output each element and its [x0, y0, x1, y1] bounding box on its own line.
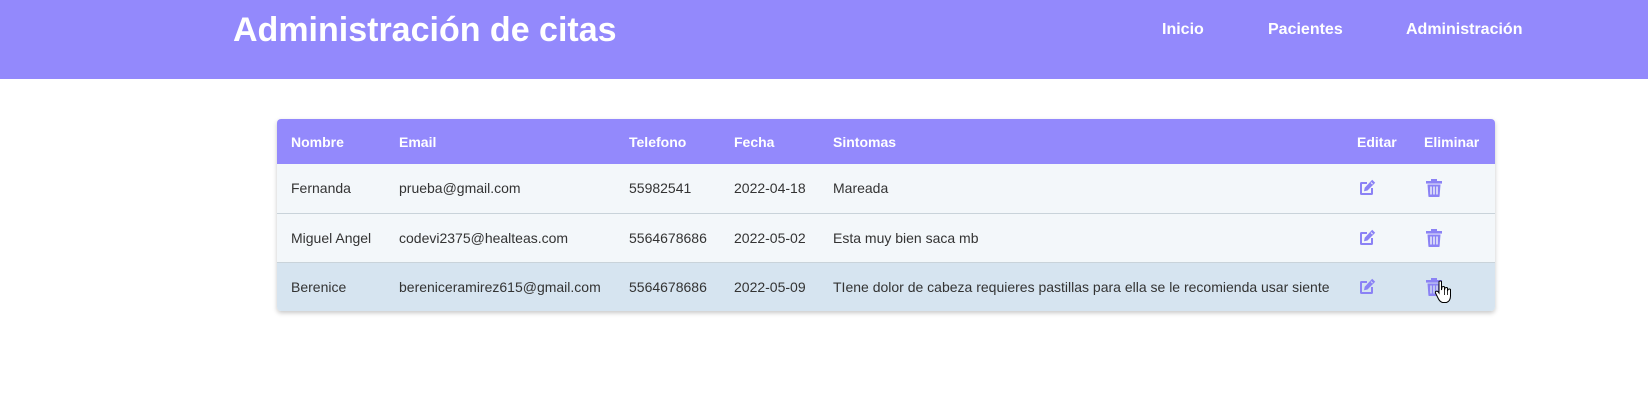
cell-eliminar: [1410, 164, 1495, 213]
cell-fecha: 2022-04-18: [734, 180, 806, 197]
cell-sintomas: Esta muy bien saca mb: [833, 229, 979, 246]
cell-eliminar: [1410, 213, 1495, 262]
column-header-sintomas: Sintomas: [833, 133, 897, 150]
cell-nombre: Miguel Angel: [291, 229, 372, 246]
edit-icon[interactable]: [1357, 277, 1377, 297]
app-header: Administración de citas Inicio Pacientes…: [0, 0, 1648, 79]
cell-nombre: Fernanda: [291, 180, 351, 197]
cell-editar: [1343, 262, 1410, 311]
column-header-editar: Editar: [1357, 133, 1397, 150]
cell-telefono: 5564678686: [629, 229, 707, 246]
cell-nombre: Berenice: [291, 278, 347, 295]
column-header-telefono: Telefono: [629, 133, 687, 150]
cell-email: prueba@gmail.com: [399, 180, 521, 197]
nav-administracion[interactable]: Administración: [1406, 20, 1522, 40]
column-header-eliminar: Eliminar: [1424, 133, 1480, 150]
cell-telefono: 55982541: [629, 180, 692, 197]
column-header-nombre: Nombre: [291, 133, 344, 150]
appointments-table: Nombre Email Telefono Fecha Sintomas Edi…: [277, 119, 1495, 311]
hand-cursor-icon: [1434, 280, 1454, 304]
cell-sintomas: Mareada: [833, 180, 889, 197]
table-row: Fernanda prueba@gmail.com 55982541 2022-…: [277, 164, 1495, 213]
table-row: Berenice bereniceramirez615@gmail.com 55…: [277, 262, 1495, 311]
cell-sintomas: TIene dolor de cabeza requieres pastilla…: [833, 278, 1330, 295]
cell-fecha: 2022-05-02: [734, 229, 806, 246]
trash-icon[interactable]: [1424, 178, 1444, 198]
table-row: Miguel Angel codevi2375@healteas.com 556…: [277, 213, 1495, 262]
column-header-email: Email: [399, 133, 437, 150]
cell-telefono: 5564678686: [629, 278, 707, 295]
table-header-row: Nombre Email Telefono Fecha Sintomas Edi…: [277, 119, 1495, 164]
edit-icon[interactable]: [1357, 178, 1377, 198]
nav-pacientes[interactable]: Pacientes: [1268, 20, 1343, 40]
cell-editar: [1343, 164, 1410, 213]
trash-icon[interactable]: [1424, 228, 1444, 248]
cell-fecha: 2022-05-09: [734, 278, 806, 295]
nav-inicio[interactable]: Inicio: [1162, 20, 1204, 40]
cell-email: codevi2375@healteas.com: [399, 229, 569, 246]
cell-editar: [1343, 213, 1410, 262]
app-title: Administración de citas: [233, 11, 617, 49]
edit-icon[interactable]: [1357, 228, 1377, 248]
cell-email: bereniceramirez615@gmail.com: [399, 278, 601, 295]
column-header-fecha: Fecha: [734, 133, 775, 150]
